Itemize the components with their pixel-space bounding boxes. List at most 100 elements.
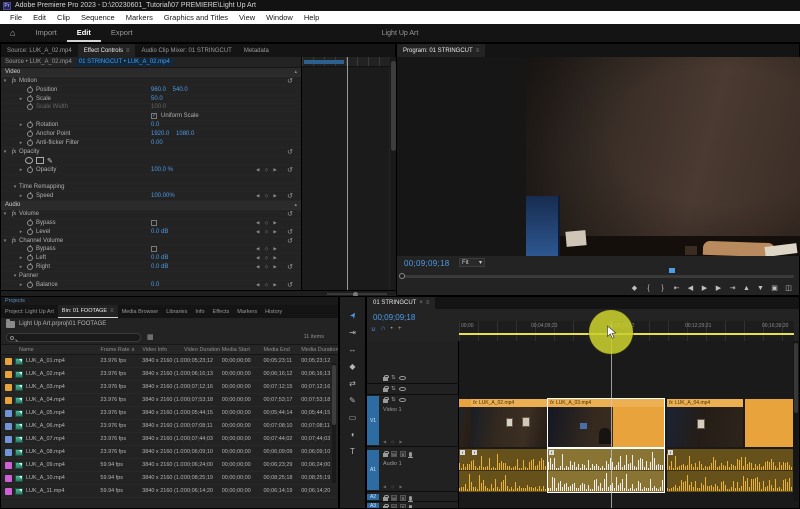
reset-icon[interactable]: ↺ xyxy=(287,237,293,245)
toggle-animation-icon[interactable] xyxy=(27,130,33,138)
column-header-media-duration[interactable]: Media Duration xyxy=(301,347,338,353)
chevron-up-icon[interactable]: ▴ xyxy=(294,69,297,75)
clip-row-luk-a-02-mp4[interactable]: LUK_A_02.mp4 23.976 fps 3840 x 2160 (1.0) 0… xyxy=(1,368,338,381)
ec-row-time-remapping[interactable]: ▾ Time Remapping xyxy=(1,183,301,192)
voice-over-record-icon[interactable] xyxy=(408,495,413,502)
label-color-chip[interactable] xyxy=(5,474,12,482)
chevron-right-icon[interactable]: ▸ xyxy=(17,96,25,102)
tab-effects[interactable]: Effects xyxy=(209,305,234,318)
voice-over-record-icon[interactable] xyxy=(408,451,413,458)
column-header-name[interactable]: Name xyxy=(1,347,100,353)
chevron-right-icon[interactable]: ▸ xyxy=(17,193,25,199)
param-value[interactable]: 0.0 dB xyxy=(151,264,168,270)
label-color-chip[interactable] xyxy=(5,435,12,443)
selection-tool[interactable]: ➤ xyxy=(344,306,362,324)
param-value[interactable]: 0.0 xyxy=(151,282,159,288)
reset-icon[interactable]: ↺ xyxy=(287,228,293,236)
param-value[interactable]: 0.00 xyxy=(151,140,163,146)
new-bin-icon[interactable]: ▦ xyxy=(147,333,154,341)
keyframe-nav-icons[interactable]: ◀ ◇ ▶ xyxy=(256,167,279,173)
chevron-up-icon[interactable]: ▴ xyxy=(294,202,297,208)
comparison-view-icon[interactable]: ◫ xyxy=(782,282,795,294)
keyframe-nav-icons[interactable]: ◀ ◇ ▶ xyxy=(256,264,279,270)
toggle-animation-icon[interactable] xyxy=(27,103,33,111)
param-value[interactable]: 1920.0 1080.0 xyxy=(151,131,194,137)
audio-clip[interactable]: f xyxy=(547,448,665,493)
video-clip-luk-a-03-mp4[interactable]: fx LUK_A_03.mp4 xyxy=(547,398,665,448)
timeline-settings-icon[interactable]: + xyxy=(398,325,402,333)
column-header-video-info[interactable]: Video Info xyxy=(142,347,184,353)
play-icon[interactable]: ▶ xyxy=(698,282,711,294)
toggle-animation-icon[interactable] xyxy=(27,254,33,262)
clip-row-luk-a-03-mp4[interactable]: LUK_A_03.mp4 23.976 fps 3840 x 2160 (1.0) 0… xyxy=(1,381,338,394)
close-icon[interactable]: × xyxy=(419,300,423,306)
scrubber-handle[interactable] xyxy=(399,273,405,279)
chevron-right-icon[interactable]: ▸ xyxy=(17,167,25,173)
tab-history[interactable]: History xyxy=(261,305,286,318)
lift-icon[interactable]: ▲ xyxy=(740,282,753,294)
track-lock-icon[interactable] xyxy=(383,450,389,457)
extract-icon[interactable]: ▼ xyxy=(754,282,767,294)
ec-row-rotation[interactable]: ▸ Rotation 0.0 xyxy=(1,121,301,130)
chevron-down-icon[interactable]: ▾ xyxy=(11,273,19,279)
ec-row-balance[interactable]: ▸ Balance 0.0 ◀ ◇ ▶ ↺ xyxy=(1,280,301,290)
ec-row-uniform-scale[interactable]: ✓ Uniform Scale xyxy=(1,112,301,121)
toggle-animation-icon[interactable] xyxy=(27,85,33,93)
toggle-animation-icon[interactable] xyxy=(27,280,33,288)
panel-menu-icon[interactable]: ≡ xyxy=(110,308,114,314)
chevron-right-icon[interactable]: ▸ xyxy=(17,122,25,128)
toggle-track-output-icon[interactable] xyxy=(398,375,406,381)
solo-button[interactable]: S xyxy=(400,495,406,501)
tab-media-browser[interactable]: Media Browser xyxy=(118,305,163,318)
ec-row-panner[interactable]: ▾ Panner xyxy=(1,272,301,281)
clip-row-luk-a-04-mp4[interactable]: LUK_A_04.mp4 23.976 fps 3840 x 2160 (1.0) 0… xyxy=(1,394,338,407)
label-color-chip[interactable] xyxy=(5,422,12,430)
keyframe-nav-icons[interactable]: ◀ ◇ ▶ xyxy=(256,255,279,261)
audio-clip[interactable]: f xyxy=(459,449,471,492)
mute-button[interactable]: M xyxy=(391,451,397,457)
clip-row-luk-a-08-mp4[interactable]: LUK_A_08.mp4 23.976 fps 3840 x 2160 (1.0) 0… xyxy=(1,446,338,459)
param-value[interactable]: 100.0 % xyxy=(151,167,173,173)
label-color-chip[interactable] xyxy=(5,357,12,365)
reset-icon[interactable]: ↺ xyxy=(287,166,293,174)
param-value[interactable]: 100.0 xyxy=(151,104,166,110)
param-value[interactable]: 100.00% xyxy=(151,193,175,199)
menu-item-clip[interactable]: Clip xyxy=(52,12,75,23)
toggle-animation-icon[interactable] xyxy=(27,192,33,200)
track-header-v3[interactable]: ⇅ xyxy=(367,373,459,384)
column-header-media-end[interactable]: Media End xyxy=(263,347,301,353)
menu-item-sequence[interactable]: Sequence xyxy=(76,12,120,23)
tab-libraries[interactable]: Libraries xyxy=(162,305,191,318)
label-color-chip[interactable] xyxy=(5,370,12,378)
keyframe-nav-icons[interactable]: ◀ ◇ ▶ xyxy=(256,220,279,226)
chevron-right-icon[interactable]: ▸ xyxy=(17,229,25,235)
workspace-tab-edit[interactable]: Edit xyxy=(66,24,101,42)
ec-row-motion[interactable]: ▾ fx Motion ↺ xyxy=(1,77,301,86)
track-header-v2[interactable]: ⇅ xyxy=(367,384,459,395)
param-value[interactable]: 960.0 540.0 xyxy=(151,87,188,93)
mute-button[interactable]: M xyxy=(391,495,397,501)
toggle-animation-icon[interactable] xyxy=(27,227,33,235)
mark-out-icon[interactable]: } xyxy=(656,282,669,294)
pen-mask-icon[interactable]: ✎ xyxy=(47,157,53,165)
timeline-clip-area[interactable]: fx LUK_A_02.mp4 fx LUK_A_03.mp4 fx LUK_A_04.m… xyxy=(459,341,794,508)
ec-row-volume[interactable]: ▾ fx Volume ↺ xyxy=(1,210,301,219)
video-clip[interactable] xyxy=(459,399,471,447)
track-header-v1[interactable]: V1 ⇅ Video 1 ◀ ◇ ▶ xyxy=(367,395,459,447)
ec-row-opacity[interactable]: ▸ Opacity 100.0 % ◀ ◇ ▶ ↺ xyxy=(1,165,301,175)
mute-button[interactable]: M xyxy=(391,504,397,508)
label-color-chip[interactable] xyxy=(5,396,12,404)
chevron-right-icon[interactable]: ▸ xyxy=(17,140,25,146)
menu-item-help[interactable]: Help xyxy=(299,12,324,23)
checkbox[interactable] xyxy=(151,246,157,253)
ripple-edit-tool[interactable]: ↔ xyxy=(346,343,360,355)
tab-info[interactable]: Info xyxy=(191,305,208,318)
timeline-scrollbar[interactable] xyxy=(793,341,798,501)
audio-clip[interactable]: f xyxy=(667,449,794,492)
param-value[interactable]: 0.0 dB xyxy=(151,255,168,261)
step-back-icon[interactable]: ◀ xyxy=(684,282,697,294)
checkbox[interactable] xyxy=(151,219,157,226)
sync-lock-icon[interactable]: ⇅ xyxy=(391,386,396,392)
clip-row-luk-a-10-mp4[interactable]: LUK_A_10.mp4 59.94 fps 3840 x 2160 (1.0) 00… xyxy=(1,472,338,485)
param-value[interactable]: 0.0 dB xyxy=(151,229,168,235)
